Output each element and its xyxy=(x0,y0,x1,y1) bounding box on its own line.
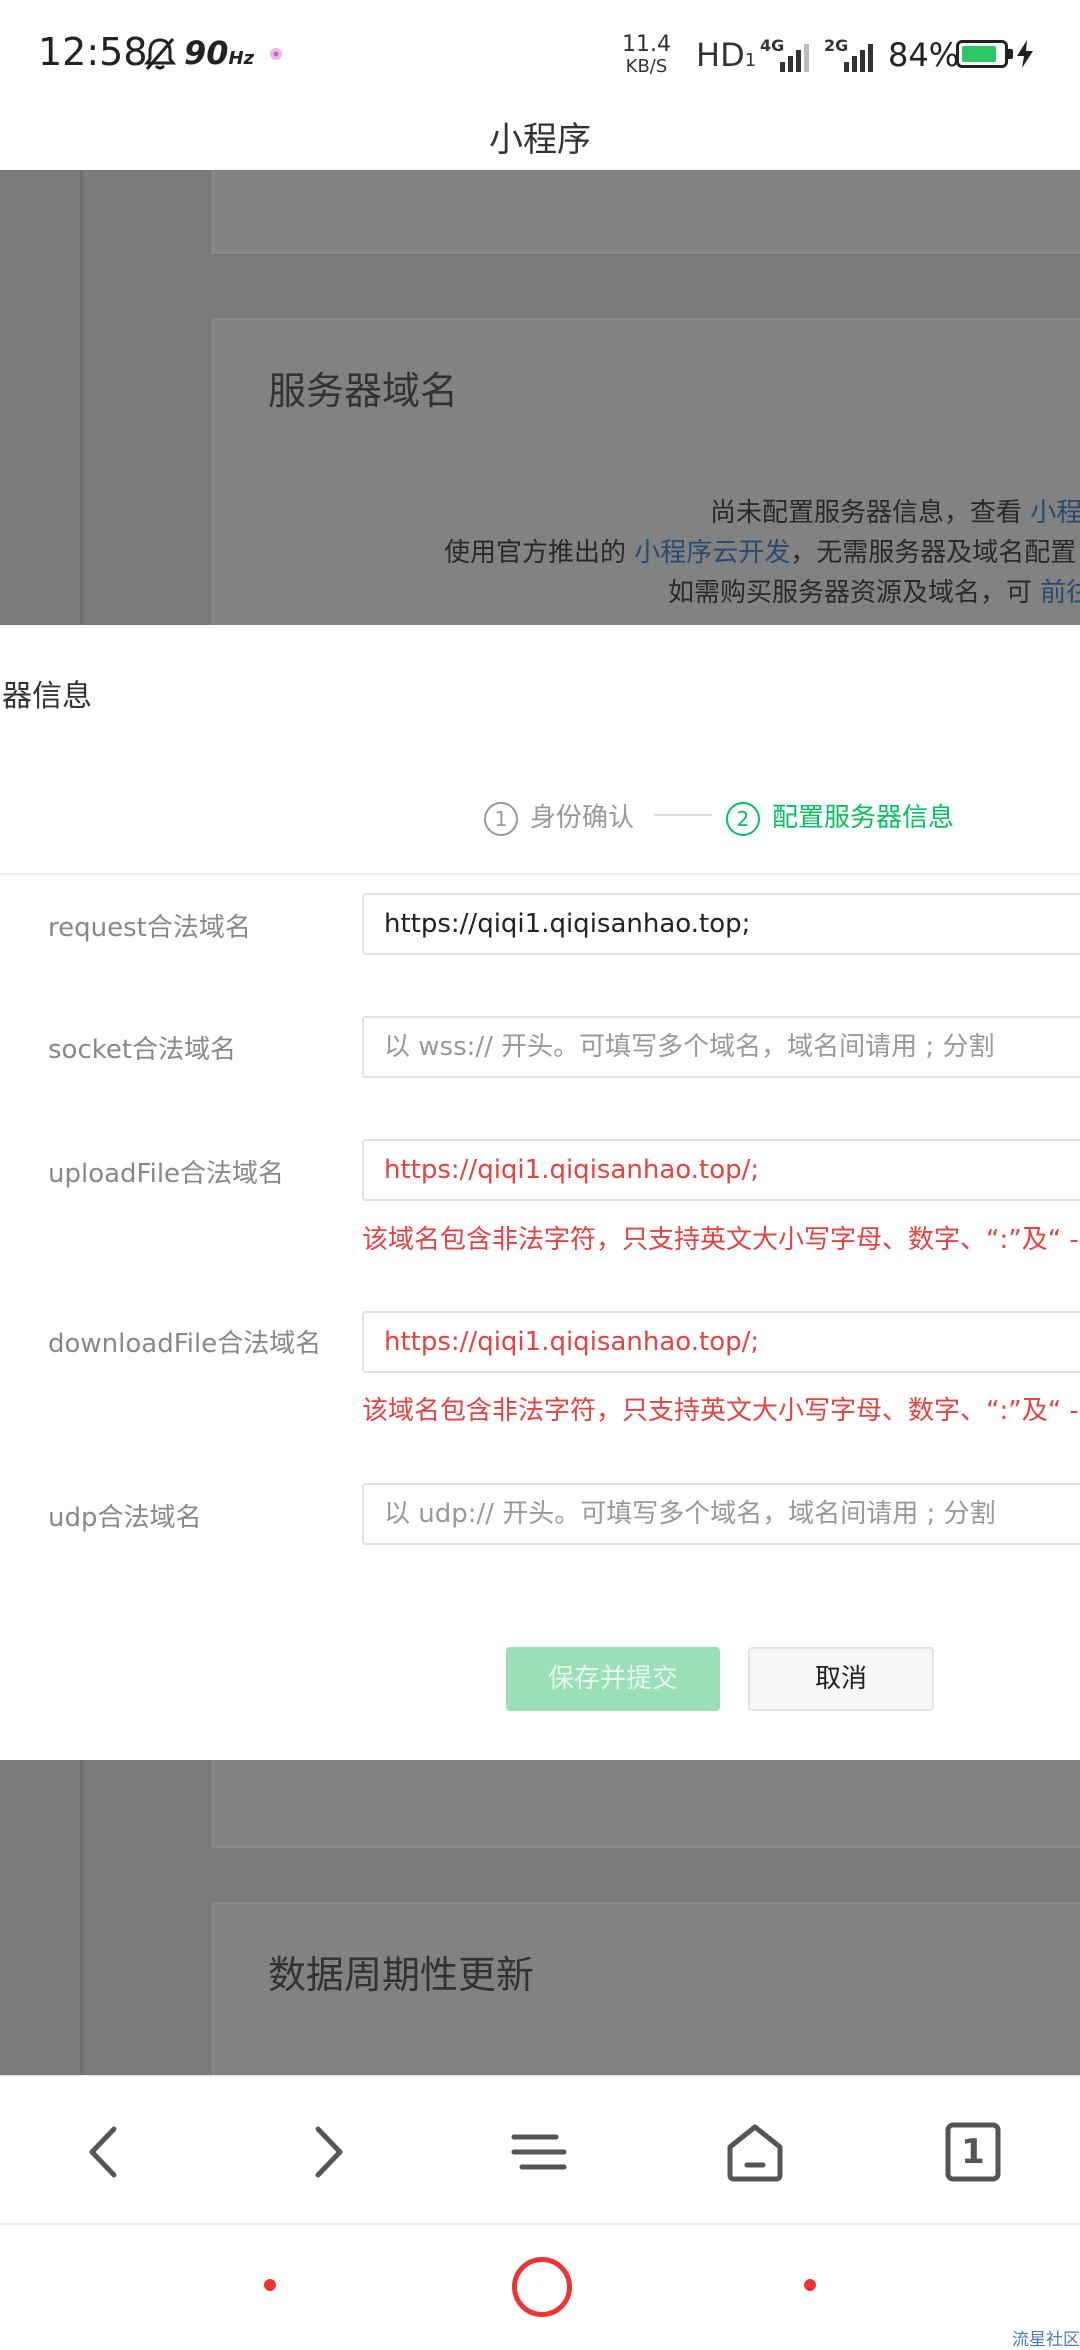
signal-icon-2 xyxy=(844,44,873,72)
back-icon[interactable] xyxy=(72,2117,142,2187)
request-domain-input[interactable]: https://qiqi1.qiqisanhao.top; xyxy=(362,893,1080,955)
step-label: 身份确认 xyxy=(530,803,635,833)
notification-icon xyxy=(270,48,282,60)
page-title: 小程序 xyxy=(489,120,591,160)
uploadfile-error-message: 该域名包含非法字符，只支持英文大小写字母、数字、“:”及“ - ” xyxy=(362,1225,1080,1255)
socket-domain-input[interactable]: 以 wss:// 开头。可填写多个域名，域名间请用 ; 分割 xyxy=(362,1016,1080,1078)
tab-count: 1 xyxy=(961,2132,985,2172)
battery-percent: 84% xyxy=(888,36,960,74)
step-config: 2 配置服务器信息 xyxy=(726,797,954,836)
browser-toolbar: 1 xyxy=(0,2075,1080,2225)
system-back-button[interactable] xyxy=(804,2279,816,2291)
step-identity: 1 身份确认 xyxy=(484,797,634,836)
request-domain-label: request合法域名 xyxy=(48,913,251,943)
dialog-title: 器信息 xyxy=(2,679,92,714)
step-number-1: 1 xyxy=(484,801,518,836)
section-heading-data-update: 数据周期性更新 xyxy=(268,1953,535,1997)
goto-link[interactable]: 前往 xyxy=(1040,578,1080,608)
cloud-dev-link[interactable]: 小程序云开发 xyxy=(634,538,790,568)
downloadfile-domain-label: downloadFile合法域名 xyxy=(48,1329,322,1359)
watermark: 流星社区 xyxy=(1012,2330,1080,2350)
server-info-line-3: 如需购买服务器资源及域名，可 前往 xyxy=(668,572,1080,609)
charging-icon xyxy=(1017,40,1033,68)
battery-icon xyxy=(956,40,1013,68)
save-submit-button[interactable]: 保存并提交 xyxy=(506,1647,720,1711)
server-info-line-2: 使用官方推出的 小程序云开发，无需服务器及域名配置 xyxy=(444,538,1077,568)
step-connector xyxy=(654,814,712,816)
bell-muted-icon xyxy=(144,38,176,70)
page-border-line xyxy=(80,170,83,625)
tabs-button[interactable]: 1 xyxy=(938,2117,1008,2187)
dimmed-page-top: 服务器域名 尚未配置服务器信息，查看 小程 使用官方推出的 小程序云开发，无需服… xyxy=(0,170,1080,625)
refresh-rate: 90Hz xyxy=(184,34,255,72)
downloadfile-domain-input[interactable]: https://qiqi1.qiqisanhao.top/; xyxy=(362,1311,1080,1373)
hd-indicator: HD1 xyxy=(696,36,757,74)
doc-link[interactable]: 小程 xyxy=(1030,498,1080,528)
udp-domain-input[interactable]: 以 udp:// 开头。可填写多个域名，域名间请用 ; 分割 xyxy=(362,1483,1080,1545)
divider xyxy=(0,873,1080,875)
system-home-button[interactable] xyxy=(512,2257,572,2317)
bg-card xyxy=(212,170,1080,254)
socket-domain-label: socket合法域名 xyxy=(48,1035,237,1065)
home-icon[interactable] xyxy=(720,2117,790,2187)
status-time: 12:58 xyxy=(38,30,148,74)
uploadfile-domain-input[interactable]: https://qiqi1.qiqisanhao.top/; xyxy=(362,1139,1080,1201)
forward-icon[interactable] xyxy=(290,2117,360,2187)
uploadfile-domain-label: uploadFile合法域名 xyxy=(48,1159,285,1189)
server-config-dialog: 器信息 1 身份确认 2 配置服务器信息 request合法域名 https://q… xyxy=(0,625,1080,1760)
step-label: 配置服务器信息 xyxy=(772,803,955,833)
section-heading-server: 服务器域名 xyxy=(268,369,459,413)
step-number-2: 2 xyxy=(726,801,760,836)
udp-domain-label: udp合法域名 xyxy=(48,1503,202,1533)
downloadfile-error-message: 该域名包含非法字符，只支持英文大小写字母、数字、“:”及“ - ” xyxy=(362,1396,1080,1426)
system-navigation: 流星社区 xyxy=(0,2223,1080,2350)
signal-icon xyxy=(780,44,809,72)
cancel-button[interactable]: 取消 xyxy=(748,1647,934,1711)
server-info-line-1: 尚未配置服务器信息，查看 小程 xyxy=(710,492,1080,529)
status-bar: 12:58 90Hz 11.4 KB/S HD1 4G 2G 84% xyxy=(0,0,1080,110)
dimmed-page-bottom: 数据周期性更新 xyxy=(0,1760,1080,2075)
page-border-line xyxy=(80,1760,83,2075)
network-speed: 11.4 KB/S xyxy=(622,32,671,78)
recent-apps-button[interactable] xyxy=(264,2279,276,2291)
menu-icon[interactable] xyxy=(504,2117,574,2187)
bg-card xyxy=(212,1760,1080,1848)
